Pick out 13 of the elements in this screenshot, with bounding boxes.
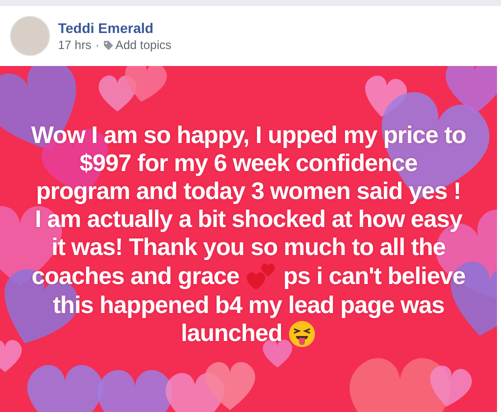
two-hearts-icon	[245, 262, 278, 292]
tag-icon	[103, 40, 114, 50]
avatar-photo-placeholder[interactable]	[10, 16, 50, 56]
add-topics-link[interactable]: Add topics	[115, 37, 172, 53]
tongue-face-icon	[288, 320, 316, 348]
author-name-link[interactable]: Teddi Emerald	[58, 19, 172, 37]
post-text: I am actually a bit shocked at how easy	[34, 206, 462, 234]
post-time-link[interactable]: 17 hrs	[58, 37, 92, 53]
post-text: it was! Thank you so much to all the	[51, 234, 446, 262]
post-text: coaches and grace	[32, 263, 240, 291]
post-text: Wow I am so happy, I upped my price to	[31, 122, 466, 150]
separator-dot: ·	[95, 37, 100, 53]
post-text: launched	[180, 320, 282, 348]
